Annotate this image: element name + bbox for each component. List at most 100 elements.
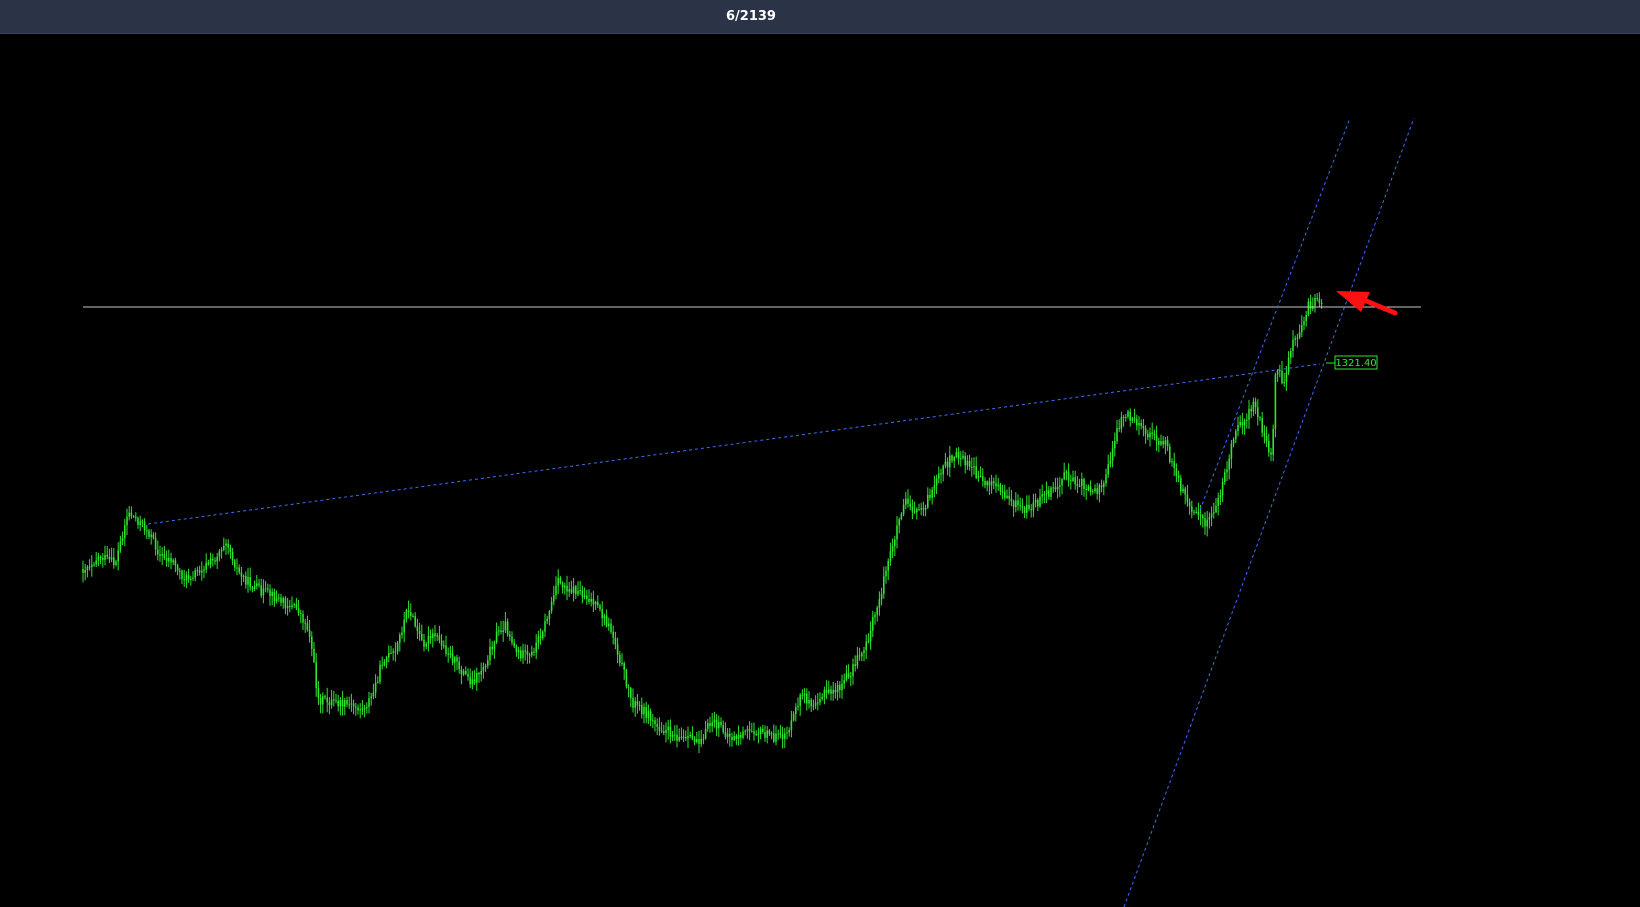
candle-body: [636, 701, 639, 706]
candle-body: [1169, 446, 1171, 462]
candle-body: [957, 452, 960, 459]
candle-body: [388, 653, 390, 658]
candle-body: [559, 577, 562, 583]
candle-body: [579, 590, 581, 592]
candle-body: [319, 697, 322, 705]
channel-line-left: [1199, 117, 1351, 511]
candle-body: [927, 495, 929, 508]
candle-body: [707, 723, 709, 729]
candle-body: [542, 631, 544, 639]
candle-body: [374, 682, 377, 693]
candle-body: [440, 640, 443, 646]
candle-body: [605, 615, 608, 627]
candle-body: [627, 686, 630, 688]
candle-body: [592, 598, 595, 605]
candle-body: [612, 631, 614, 638]
candle-body: [658, 726, 661, 731]
candle-body: [1063, 472, 1065, 480]
candle-body: [330, 699, 333, 705]
candle-body: [223, 545, 225, 550]
candle-body: [1001, 491, 1004, 493]
candle-body: [1303, 321, 1305, 326]
candle-body: [423, 639, 425, 647]
candle-body: [874, 614, 876, 618]
image-counter: 6/2139: [726, 9, 776, 24]
candle-body: [1153, 433, 1156, 436]
candle-body: [1261, 417, 1263, 433]
candle-body: [768, 730, 771, 735]
candle-body: [504, 621, 507, 631]
candle-body: [1023, 507, 1026, 513]
candle-body: [1160, 441, 1162, 445]
candle-body: [889, 551, 892, 562]
candle-body: [902, 504, 905, 515]
candle-body: [278, 597, 280, 599]
candle-body: [1043, 494, 1046, 496]
candle-body: [401, 632, 403, 635]
candle-body: [603, 615, 606, 619]
candle-body: [269, 589, 271, 596]
candle-body: [1318, 298, 1321, 303]
candle-body: [154, 537, 157, 550]
candle-body: [630, 688, 632, 698]
candle-body: [225, 543, 227, 546]
candle-body: [238, 567, 240, 573]
candle-body: [709, 723, 711, 727]
candle-body: [685, 736, 687, 739]
candle-body: [1094, 488, 1096, 492]
candle-body: [819, 699, 821, 703]
candle-body: [515, 646, 518, 652]
candle-body: [832, 689, 834, 694]
candle-body: [297, 608, 300, 614]
candle-body: [1054, 487, 1057, 490]
candle-body: [898, 519, 900, 526]
candle-body: [918, 509, 920, 510]
price-tag: 1321.40: [1326, 355, 1378, 370]
candle-body: [577, 590, 579, 595]
candle-body: [1105, 474, 1107, 484]
candle-body: [1171, 461, 1173, 463]
candle-body: [854, 664, 856, 666]
candle-body: [209, 558, 212, 565]
candle-body: [614, 637, 617, 645]
candle-body: [1257, 407, 1259, 418]
candle-body: [427, 636, 430, 644]
candle-body: [350, 703, 353, 705]
candle-body: [1087, 486, 1090, 490]
candle-body: [1111, 448, 1114, 461]
candle-body: [236, 567, 238, 569]
candle-body: [731, 736, 733, 740]
candle-body: [104, 554, 106, 561]
candle-body: [907, 498, 909, 504]
candle-body: [1142, 425, 1145, 428]
candle-body: [339, 700, 342, 707]
candle-body: [555, 585, 557, 596]
candle-body: [1129, 411, 1131, 421]
candle-body: [1039, 496, 1041, 507]
candle-body: [885, 570, 887, 577]
candle-body: [1131, 418, 1134, 421]
candle-body: [333, 699, 335, 701]
candle-body: [185, 575, 188, 581]
candle-body: [443, 645, 445, 647]
candle-body: [245, 575, 247, 585]
candle-body: [720, 721, 722, 725]
candle-body: [597, 601, 599, 606]
candle-body: [581, 590, 584, 598]
candle-body: [403, 619, 405, 633]
candle-body: [1235, 431, 1237, 440]
candle-body: [599, 605, 601, 610]
candle-body: [900, 514, 903, 520]
candle-body: [251, 587, 254, 590]
candle-body: [803, 693, 806, 696]
candle-body: [201, 570, 203, 573]
price-chart: 1321.40: [0, 34, 1640, 907]
candle-body: [95, 560, 97, 565]
candle-body: [500, 630, 502, 632]
candle-body: [808, 699, 810, 704]
candle-body: [839, 684, 841, 691]
candle-body: [880, 593, 883, 600]
candle-body: [1186, 494, 1189, 502]
candle-body: [786, 732, 788, 734]
candle-body: [119, 541, 122, 551]
